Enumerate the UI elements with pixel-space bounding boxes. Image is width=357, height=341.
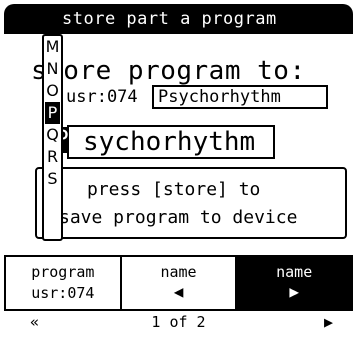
message-box: press [store] to save program to device xyxy=(35,167,347,239)
message-line-1: press [store] to xyxy=(87,179,261,200)
name-right-label: name xyxy=(276,263,313,281)
program-name-field[interactable]: sychorhythm xyxy=(67,125,275,159)
picker-letter-s[interactable]: S xyxy=(45,168,60,190)
program-softkey-label: program xyxy=(31,263,95,281)
title-text: store part a program xyxy=(62,9,277,29)
next-page-icon[interactable]: ▶ xyxy=(324,313,333,331)
source-program-name: Psychorhythm xyxy=(152,85,328,109)
arrow-right-icon: ▶ xyxy=(289,282,299,301)
picker-letter-n[interactable]: N xyxy=(45,58,60,80)
title-bar: store part a program xyxy=(4,4,353,34)
program-name-text: sychorhythm xyxy=(83,127,256,157)
program-softkey-value: usr:074 xyxy=(31,284,95,302)
source-program-id: usr:074 xyxy=(66,87,138,107)
name-right-softkey[interactable]: name ▶ xyxy=(237,257,352,309)
softkey-bar: program usr:074 name ◀ name ▶ xyxy=(4,255,353,311)
message-line-2: save program to device xyxy=(59,207,298,228)
heading: store program to: xyxy=(31,56,306,86)
letter-picker[interactable]: M N O P Q R S xyxy=(42,34,63,241)
picker-letter-m[interactable]: M xyxy=(45,36,60,58)
store-screen: store part a program store program to: u… xyxy=(0,0,357,341)
page-footer: « 1 of 2 ▶ xyxy=(4,313,353,333)
picker-letter-r[interactable]: R xyxy=(45,146,60,168)
name-left-label: name xyxy=(160,263,197,281)
name-left-softkey[interactable]: name ◀ xyxy=(122,257,238,309)
page-indicator: 1 of 2 xyxy=(151,313,206,331)
program-softkey[interactable]: program usr:074 xyxy=(6,257,122,309)
picker-letter-q[interactable]: Q xyxy=(45,124,60,146)
arrow-left-icon: ◀ xyxy=(173,282,184,301)
picker-letter-p[interactable]: P xyxy=(45,102,60,124)
picker-letter-o[interactable]: O xyxy=(45,80,60,102)
